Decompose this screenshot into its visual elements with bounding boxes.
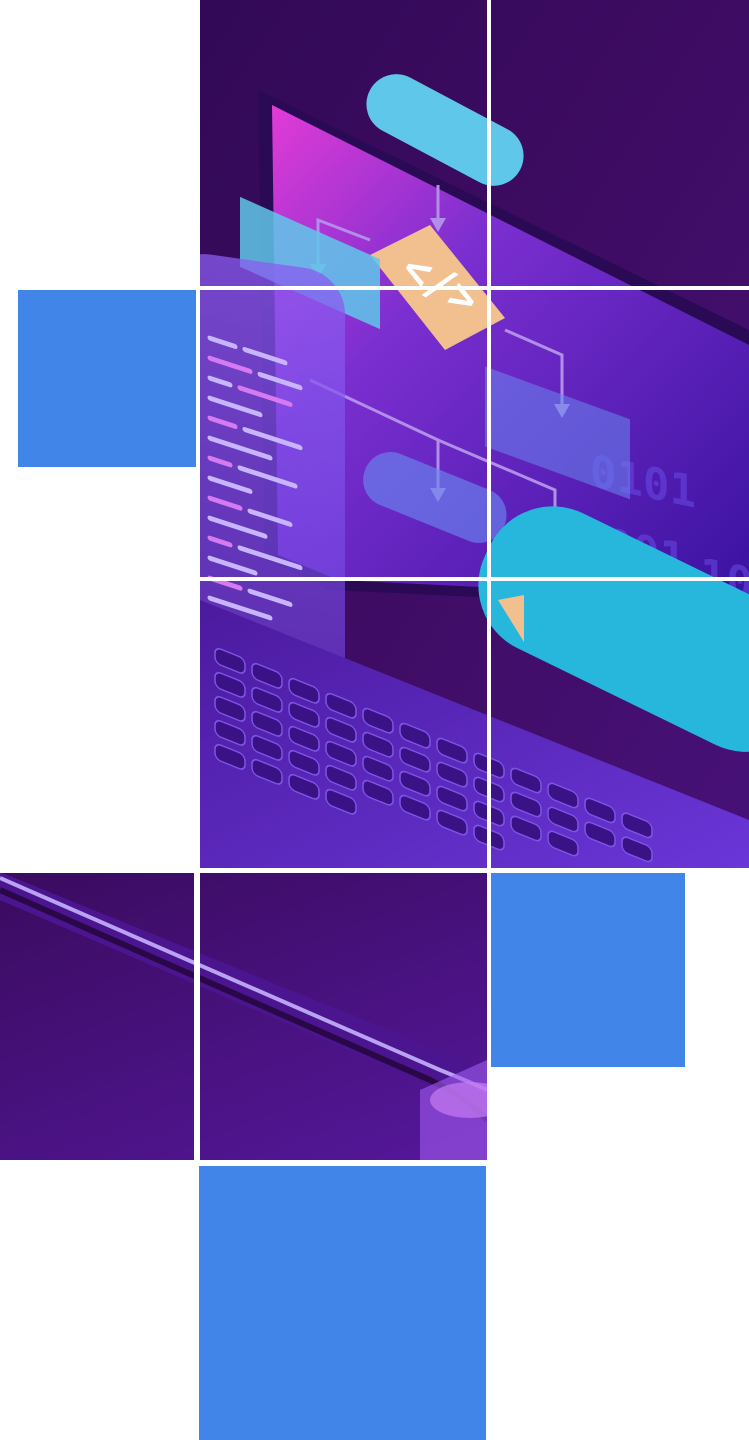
- blue-square-right: [491, 873, 685, 1067]
- page: 0101 1001 0110 1010 10: [0, 0, 749, 1440]
- blue-square-left: [18, 290, 196, 467]
- blue-square-bottom: [199, 1166, 486, 1440]
